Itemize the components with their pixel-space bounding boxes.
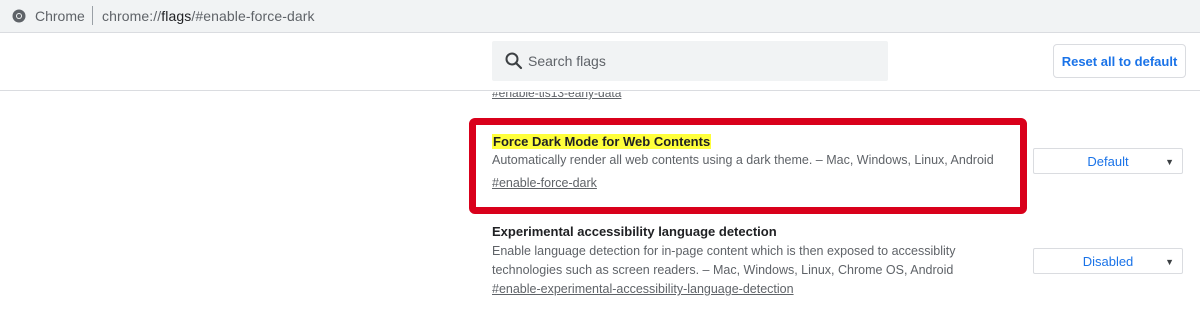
url-path: /#enable-force-dark bbox=[191, 8, 315, 24]
partial-flag-link[interactable]: #enable-tls13-early-data bbox=[492, 92, 621, 100]
flag-title: Experimental accessibility language dete… bbox=[492, 224, 777, 239]
flags-header: Reset all to default bbox=[0, 33, 1200, 91]
search-box[interactable] bbox=[492, 41, 888, 81]
flag-permalink[interactable]: #enable-experimental-accessibility-langu… bbox=[492, 282, 794, 296]
search-input[interactable] bbox=[528, 41, 878, 81]
flag-description: Automatically render all web contents us… bbox=[492, 153, 994, 167]
search-icon bbox=[504, 51, 524, 71]
url-text[interactable]: chrome://flags/#enable-force-dark bbox=[102, 8, 315, 24]
reset-all-button[interactable]: Reset all to default bbox=[1053, 44, 1186, 78]
flags-list: #enable-tls13-early-data Force Dark Mode… bbox=[0, 92, 1200, 323]
flag-permalink[interactable]: #enable-force-dark bbox=[492, 176, 597, 190]
flag-title: Force Dark Mode for Web Contents bbox=[492, 134, 712, 149]
flag-state-select[interactable]: Default ▼ bbox=[1033, 148, 1183, 174]
flag-title-text: Force Dark Mode for Web Contents bbox=[492, 134, 712, 149]
url-prefix: chrome:// bbox=[102, 8, 162, 24]
select-value: Default bbox=[1087, 153, 1129, 169]
site-name: Chrome bbox=[35, 8, 85, 24]
chrome-info-icon[interactable] bbox=[12, 9, 26, 23]
flag-description: Enable language detection for in-page co… bbox=[492, 244, 956, 277]
address-bar[interactable]: Chrome chrome://flags/#enable-force-dark bbox=[0, 0, 1200, 33]
chevron-down-icon: ▼ bbox=[1165, 257, 1174, 267]
select-value: Disabled bbox=[1082, 253, 1134, 269]
chevron-down-icon: ▼ bbox=[1165, 157, 1174, 167]
flag-state-select[interactable]: Disabled ▼ bbox=[1033, 248, 1183, 274]
address-divider bbox=[92, 6, 93, 25]
url-host: flags bbox=[161, 8, 192, 24]
